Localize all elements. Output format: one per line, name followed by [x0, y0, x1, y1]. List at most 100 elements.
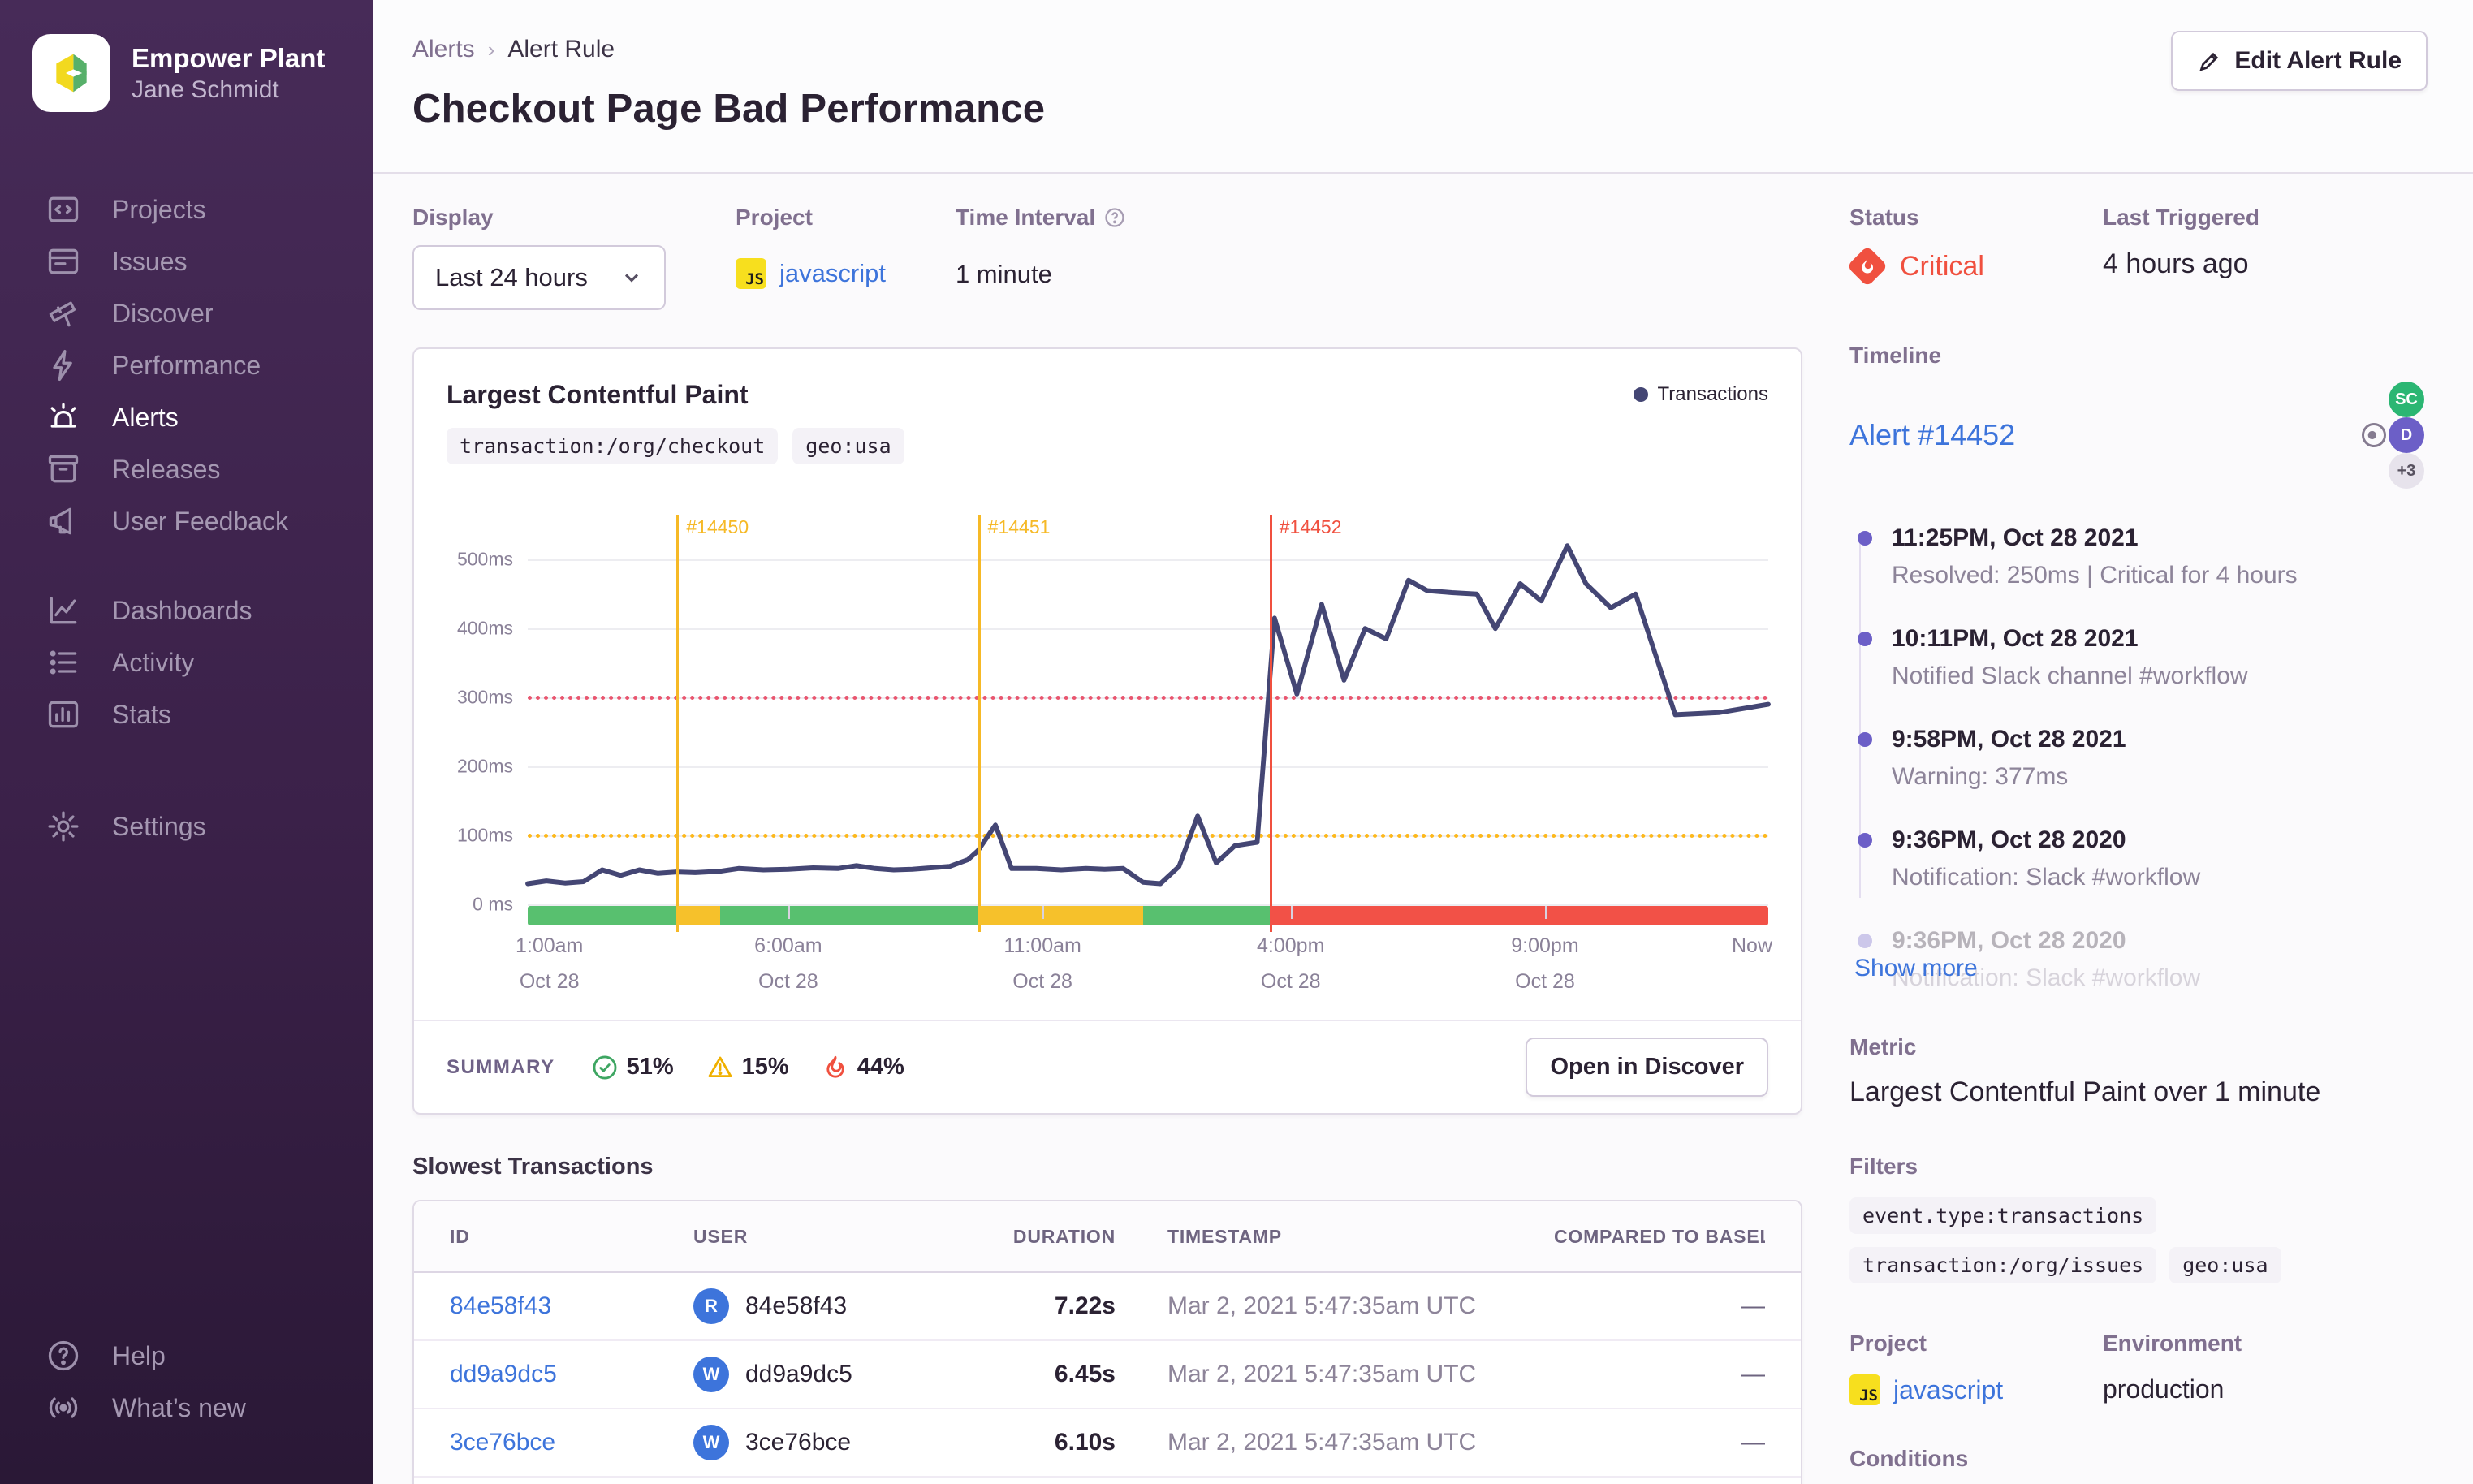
timeline-dot-icon	[1858, 632, 1872, 646]
timestamp-cell: Mar 2, 2021 5:47:35am UTC	[1167, 1292, 1477, 1319]
summary-critical: 44%	[822, 1054, 904, 1081]
org-name: Empower Plant	[132, 42, 326, 73]
help-circle-icon[interactable]	[1103, 206, 1126, 229]
status-value: Critical	[1900, 250, 1984, 282]
toolbar: Display Last 24 hours Project JS javascr…	[412, 205, 1802, 310]
filter-chip-list: event.type:transactions transaction:/org/…	[1849, 1197, 2424, 1283]
status-segment-bar	[528, 906, 1768, 925]
incident-marker-14451[interactable]	[978, 515, 981, 932]
status-segment-warning	[978, 906, 1143, 925]
status-label: Status	[1849, 205, 1919, 230]
page-title: Checkout Page Bad Performance	[412, 87, 1046, 131]
sidebar-nav: Projects Issues Discover Performance Alerts R…	[0, 183, 373, 852]
show-more-link[interactable]: Show more	[1854, 955, 2424, 982]
y-axis-tick-label: 400ms	[456, 617, 513, 639]
duration-cell: 6.45s	[1054, 1361, 1116, 1387]
sidebar-item-discover[interactable]: Discover	[0, 287, 373, 339]
table-header-row: ID USER DURATION TIMESTAMP COMPARED TO BASEL…	[414, 1201, 1801, 1273]
incident-marker-14450[interactable]	[676, 515, 680, 932]
time-interval-value: 1 minute	[955, 260, 1052, 288]
org-logo	[32, 34, 110, 112]
help-icon	[45, 1338, 81, 1374]
x-axis-tick	[788, 906, 790, 919]
timeline-entry-text: Warning: 377ms	[1892, 763, 2069, 790]
slowest-transactions-heading: Slowest Transactions	[412, 1154, 654, 1180]
pencil-icon	[2199, 52, 2219, 71]
warning-triangle-icon	[708, 1056, 732, 1077]
settings-icon	[45, 809, 81, 844]
display-select[interactable]: Last 24 hours	[412, 245, 666, 310]
sidebar-item-label: Releases	[112, 454, 221, 484]
timeline-entry-time: 9:36PM, Oct 28 2020	[1892, 927, 2126, 954]
page-header: Alerts › Alert Rule Checkout Page Bad Pe…	[373, 0, 2473, 174]
user-name: 3ce76bce	[745, 1429, 852, 1456]
x-axis-tick	[1290, 906, 1293, 919]
open-in-discover-button[interactable]: Open in Discover	[1526, 1038, 1768, 1097]
metric-label: Metric	[1849, 1034, 1917, 1059]
sidebar-item-label: User Feedback	[112, 506, 288, 536]
org-switcher[interactable]: Empower Plant Jane Schmidt	[0, 0, 373, 112]
timeline-dot-icon	[1858, 934, 1872, 948]
incident-marker-label[interactable]: #14450	[686, 516, 749, 538]
status-segment-critical	[1269, 906, 1768, 925]
transaction-id-link[interactable]: 84e58f43	[450, 1292, 551, 1319]
sidebar-item-performance[interactable]: Performance	[0, 339, 373, 391]
transaction-id-link[interactable]: dd9a9dc5	[450, 1361, 557, 1387]
broadcast-icon	[45, 1390, 81, 1426]
sidebar-item-settings[interactable]: Settings	[0, 800, 373, 852]
incident-marker-label[interactable]: #14452	[1280, 516, 1342, 538]
sidebar-item-issues[interactable]: Issues	[0, 235, 373, 287]
edit-alert-rule-button[interactable]: Edit Alert Rule	[2171, 31, 2428, 91]
legend-label: Transactions	[1657, 383, 1769, 405]
sidebar-item-dashboards[interactable]: Dashboards	[0, 585, 373, 636]
sidebar-item-stats[interactable]: Stats	[0, 688, 373, 740]
discover-icon	[45, 296, 81, 331]
breadcrumb: Alerts › Alert Rule	[412, 36, 2428, 63]
sidebar-item-activity[interactable]: Activity	[0, 636, 373, 688]
x-axis-label: 4:00pm Oct 28	[1257, 934, 1325, 993]
transaction-id-cell: dd9a9dc5	[450, 1361, 693, 1388]
display-select-value: Last 24 hours	[435, 263, 588, 291]
breadcrumb-alerts[interactable]: Alerts	[412, 36, 475, 63]
project-link[interactable]: javascript	[779, 259, 886, 288]
duration-cell: 6.10s	[1054, 1429, 1116, 1456]
x-axis-label: Now	[1731, 934, 1773, 957]
time-interval-label: Time Interval	[955, 205, 1096, 230]
timeline-entry-text: Notified Slack channel #workflow	[1892, 662, 2248, 689]
y-axis-tick-label: 300ms	[456, 686, 513, 708]
incident-marker-label[interactable]: #14451	[988, 516, 1051, 538]
detail-project-link[interactable]: javascript	[1893, 1375, 2003, 1405]
transaction-id-link[interactable]: 3ce76bce	[450, 1429, 555, 1456]
y-axis-tick-label: 100ms	[456, 824, 513, 846]
projects-icon	[45, 192, 81, 227]
x-axis-tick	[1042, 906, 1045, 919]
sidebar-item-user-feedback[interactable]: User Feedback	[0, 495, 373, 547]
incident-marker-14452[interactable]	[1269, 515, 1272, 932]
user-cell: Wdd9a9dc5	[693, 1357, 1002, 1392]
chart-card: Largest Contentful Paint Transactions tr…	[412, 347, 1802, 1115]
sidebar-item-help[interactable]: Help	[0, 1330, 373, 1382]
x-axis-label: 11:00am Oct 28	[1003, 934, 1081, 993]
dashboards-icon	[45, 593, 81, 628]
status-segment-ok	[719, 906, 978, 925]
sidebar-item-projects[interactable]: Projects	[0, 183, 373, 235]
summary-warning: 15%	[706, 1054, 789, 1081]
x-axis-label: 9:00pm Oct 28	[1511, 934, 1579, 993]
detail-project-label: Project	[1849, 1331, 1927, 1356]
empower-plant-logo-icon	[56, 54, 87, 93]
javascript-platform-icon: JS	[736, 258, 766, 289]
sidebar-item-alerts[interactable]: Alerts	[0, 391, 373, 443]
baseline-cell: —	[1741, 1361, 1765, 1387]
critical-diamond-icon	[1849, 248, 1885, 284]
sidebar-item-whats-new[interactable]: What’s new	[0, 1382, 373, 1434]
alert-incident-link[interactable]: Alert #14452	[1849, 418, 2015, 452]
alerts-icon	[45, 399, 81, 435]
x-axis-label: 6:00am Oct 28	[754, 934, 822, 993]
transactions-table: ID USER DURATION TIMESTAMP COMPARED TO BASEL…	[412, 1200, 1802, 1484]
filter-tag-chip: transaction:/org/checkout	[447, 428, 779, 464]
legend-dot-icon	[1633, 387, 1648, 402]
breadcrumb-separator-icon: ›	[487, 37, 495, 62]
sidebar-item-releases[interactable]: Releases	[0, 443, 373, 495]
edit-alert-rule-label: Edit Alert Rule	[2234, 47, 2402, 74]
column-header-timestamp: TIMESTAMP	[1167, 1225, 1282, 1247]
